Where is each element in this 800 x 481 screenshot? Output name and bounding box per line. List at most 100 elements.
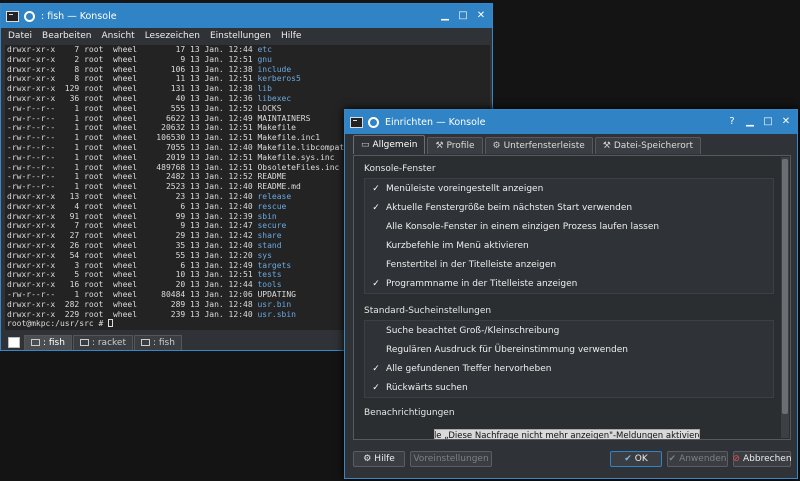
tab-label: : fish	[43, 337, 65, 348]
close-icon[interactable]: ✕	[474, 9, 488, 23]
window-menu-icon[interactable]	[368, 116, 379, 128]
window-option-3[interactable]: Kurzbefehle im Menü aktivieren	[365, 236, 773, 255]
file-name: tests	[257, 270, 282, 280]
settings-dialog: Einrichten — Konsole ? ▁ □ ✕ ▭ Allgemein …	[344, 109, 798, 479]
option-label: Suche beachtet Groß-/Kleinschreibung	[386, 325, 560, 336]
window-icon: ▭	[361, 140, 370, 150]
option-label: Aktuelle Fenstergröße beim nächsten Star…	[386, 202, 633, 213]
window-menu-icon[interactable]	[24, 10, 35, 22]
checkbox[interactable]: ✓	[371, 383, 381, 393]
ok-button[interactable]: ✔ OK	[610, 451, 662, 467]
window-option-1[interactable]: ✓ Aktuelle Fenstergröße beim nächsten Sta…	[365, 198, 773, 217]
option-label: Fenstertitel in der Titelleiste anzeigen	[386, 259, 557, 270]
scrollbar-thumb[interactable]	[782, 159, 788, 414]
maximize-icon[interactable]: □	[761, 115, 775, 129]
checkbox[interactable]	[371, 345, 381, 355]
tab-racket[interactable]: : racket	[72, 334, 133, 350]
tab-fish-1[interactable]: : fish	[24, 334, 72, 350]
checkbox[interactable]	[371, 260, 381, 270]
konsole-titlebar[interactable]: : fish — Konsole ▁ □ ✕	[1, 4, 492, 28]
file-name: release	[257, 191, 292, 201]
checkbox[interactable]: ✓	[371, 279, 381, 289]
tab-label: Datei-Speicherort	[613, 141, 694, 151]
settings-titlebar[interactable]: Einrichten — Konsole ? ▁ □ ✕	[345, 110, 797, 134]
file-name: LOCKS	[257, 103, 282, 113]
terminal-icon	[31, 339, 40, 346]
new-tab-icon[interactable]	[8, 336, 20, 348]
file-name: Makefile.libcompat	[257, 142, 345, 152]
menu-bearbeiten[interactable]: Bearbeiten	[42, 31, 91, 41]
tab-profile[interactable]: ⚒ Profile	[427, 137, 483, 154]
konsole-title: : fish — Konsole	[41, 10, 117, 22]
search-option-2[interactable]: ✓ Alle gefundenen Treffer hervorheben	[365, 359, 773, 378]
checkbox[interactable]: ✓	[371, 184, 381, 194]
window-option-2[interactable]: Alle Konsole-Fenster in einem einzigen P…	[365, 217, 773, 236]
option-label: Regulären Ausdruck für Übereinstimmung v…	[386, 344, 628, 355]
checkmark-icon: ✔	[624, 454, 632, 464]
checkbox[interactable]	[371, 222, 381, 232]
option-label: Kurzbefehle im Menü aktivieren	[386, 240, 529, 251]
help-icon[interactable]: ?	[725, 115, 739, 129]
option-label: Alle gefundenen Treffer hervorheben	[386, 363, 552, 374]
window-option-0[interactable]: ✓ Menüleiste voreingestellt anzeigen	[365, 179, 773, 198]
file-name: ObsoleteFiles.inc	[257, 162, 340, 172]
tab-label: : racket	[91, 337, 126, 348]
tab-unterfensterleiste[interactable]: ⚙ Unterfensterleiste	[484, 137, 593, 154]
tab-allgemein[interactable]: ▭ Allgemein	[353, 135, 426, 154]
checkbox[interactable]	[371, 326, 381, 336]
apply-button[interactable]: ✔ Anwenden	[667, 451, 728, 467]
file-name: README.md	[257, 182, 301, 192]
tab-label: Unterfensterleiste	[503, 141, 585, 151]
section-konsole-fenster: Konsole-Fenster	[364, 164, 436, 174]
tab-fish-2[interactable]: : fish	[133, 334, 182, 350]
button-label: Hilfe	[374, 454, 395, 464]
option-label: Menüleiste voreingestellt anzeigen	[386, 183, 544, 194]
checkbox[interactable]: ✓	[371, 364, 381, 374]
terminal-icon	[140, 339, 150, 346]
window-option-5[interactable]: ✓ Programmname in der Titelleiste anzeige…	[365, 274, 773, 293]
terminal-line: drwxr-xr-x 7 root wheel 17 13 Jan. 12:44…	[7, 45, 272, 54]
file-name: tools	[257, 280, 282, 290]
settings-title: Einrichten — Konsole	[385, 116, 486, 128]
window-options-group: ✓ Menüleiste voreingestellt anzeigen ✓ Aktu…	[364, 178, 774, 294]
file-name: Makefile	[257, 123, 296, 133]
option-label: Alle Konsole-Fenster in einem einzigen P…	[386, 221, 660, 232]
file-name: UPDATING	[257, 289, 296, 299]
file-name: usr.bin	[257, 299, 292, 309]
menu-lesezeichen[interactable]: Lesezeichen	[145, 31, 200, 41]
terminal-line: drwxr-xr-x 8 root wheel 11 13 Jan. 12:51…	[7, 74, 301, 84]
menu-datei[interactable]: Datei	[8, 31, 32, 41]
file-name: etc	[257, 45, 272, 54]
settings-scrollbar[interactable]	[781, 157, 789, 438]
cancel-button[interactable]: ⊘ Abbrechen	[732, 451, 792, 467]
checkbox[interactable]	[371, 241, 381, 251]
checkbox[interactable]: ✓	[371, 203, 381, 213]
menu-ansicht[interactable]: Ansicht	[101, 31, 134, 41]
enable-all-notifications-button[interactable]: Alle „Diese Nachfrage nicht mehr anzeige…	[434, 429, 700, 439]
defaults-button[interactable]: Voreinstellungen	[410, 451, 492, 467]
menu-einstellungen[interactable]: Einstellungen	[210, 31, 271, 41]
search-options-group: Suche beachtet Groß-/Kleinschreibung Regu…	[364, 320, 774, 398]
file-name: usr.sbin	[257, 309, 296, 319]
help-button[interactable]: ⚙ Hilfe	[353, 451, 405, 467]
search-option-1[interactable]: Regulären Ausdruck für Übereinstimmung v…	[365, 340, 773, 359]
close-icon[interactable]: ✕	[779, 115, 793, 129]
tab-label: Allgemein	[372, 140, 418, 150]
button-label: OK	[634, 454, 648, 464]
search-option-0[interactable]: Suche beachtet Groß-/Kleinschreibung	[365, 321, 773, 340]
option-label: Programmname in der Titelleiste anzeigen	[386, 278, 578, 289]
terminal-icon	[79, 339, 89, 346]
minimize-icon[interactable]: ▁	[743, 115, 757, 129]
terminal-line: drwxr-xr-x 129 root wheel 131 13 Jan. 12…	[7, 84, 272, 94]
maximize-icon[interactable]: □	[456, 9, 470, 23]
settings-panel: Konsole-Fenster ✓ Menüleiste voreingestel…	[353, 155, 791, 440]
search-option-3[interactable]: ✓ Rückwärts suchen	[365, 378, 773, 397]
cursor	[108, 319, 114, 328]
window-option-4[interactable]: Fenstertitel in der Titelleiste anzeigen	[365, 255, 773, 274]
minimize-icon[interactable]: ▁	[438, 9, 452, 23]
file-name: Makefile.sys.inc	[257, 152, 335, 162]
menu-hilfe[interactable]: Hilfe	[281, 31, 301, 41]
terminal-icon	[350, 116, 363, 128]
file-name: Makefile.inc1	[257, 133, 321, 143]
tab-datei-speicherort[interactable]: ⚒ Datei-Speicherort	[594, 137, 702, 154]
